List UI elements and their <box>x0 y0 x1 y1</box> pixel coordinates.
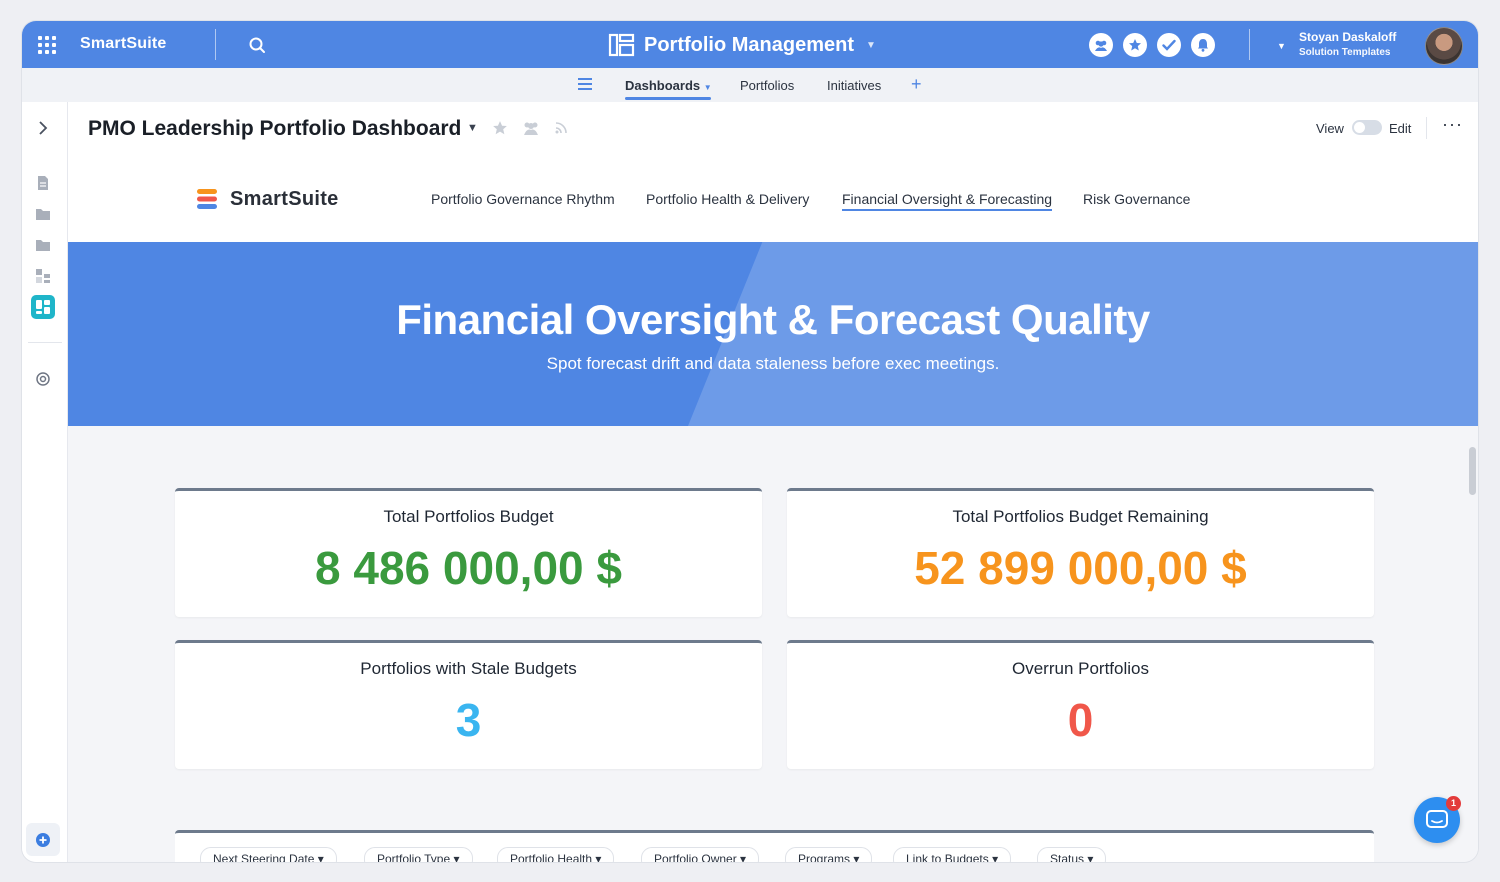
metric-card-total-budget[interactable]: Total Portfolios Budget 8 486 000,00 $ <box>175 488 762 617</box>
avatar[interactable] <box>1425 27 1463 65</box>
filter-chip[interactable]: Programs ▾ <box>785 847 873 862</box>
hero-banner: Financial Oversight & Forecast Quality S… <box>68 242 1478 426</box>
folder-icon[interactable] <box>35 237 51 253</box>
team-icon[interactable] <box>1089 33 1113 57</box>
filter-bar: Next Steering Date ▾ Portfolio Type ▾ Po… <box>175 830 1374 862</box>
top-bar: SmartSuite Portfolio Management ▼ ▼ Stoy… <box>22 21 1478 68</box>
menu-icon[interactable] <box>578 78 592 90</box>
smartsuite-logo-icon <box>197 189 217 209</box>
nav-portfolios[interactable]: Portfolios <box>740 78 794 93</box>
star-icon[interactable] <box>1123 33 1147 57</box>
metric-label: Overrun Portfolios <box>1012 659 1149 678</box>
metric-value: 8 486 000,00 $ <box>315 542 622 594</box>
user-name: Stoyan Daskaloff <box>1299 30 1397 44</box>
filter-label: Link to Budgets <box>906 852 989 862</box>
metric-card-budget-remaining[interactable]: Total Portfolios Budget Remaining 52 899… <box>787 488 1374 617</box>
view-mode-label[interactable]: View <box>1316 121 1344 136</box>
plus-circle-icon <box>36 832 50 847</box>
filter-chip[interactable]: Portfolio Health ▾ <box>497 847 615 862</box>
chat-icon <box>1426 810 1448 828</box>
check-icon[interactable] <box>1157 33 1181 57</box>
metric-label: Total Portfolios Budget Remaining <box>952 507 1209 526</box>
user-role: Solution Templates <box>1299 47 1391 58</box>
filter-label: Next Steering Date <box>213 852 315 862</box>
chevron-down-icon: ▼ <box>703 83 712 92</box>
bell-icon[interactable] <box>1191 33 1215 57</box>
metric-value: 3 <box>455 694 482 746</box>
apps-grid-icon[interactable] <box>37 35 57 55</box>
help-icon[interactable] <box>35 371 51 387</box>
app-title-label: Portfolio Management <box>644 33 855 56</box>
notification-badge: 1 <box>1446 796 1461 811</box>
chat-launcher-button[interactable]: 1 <box>1414 796 1461 843</box>
metric-label: Portfolios with Stale Budgets <box>360 659 577 678</box>
tab-risk-governance[interactable]: Risk Governance <box>1083 191 1190 207</box>
divider <box>215 29 216 60</box>
tab-financial-oversight[interactable]: Financial Oversight & Forecasting <box>842 191 1053 211</box>
filter-label: Portfolio Type <box>377 852 451 862</box>
dashboard-header: PMO Leadership Portfolio Dashboard ▼ Vie… <box>68 102 1478 156</box>
filter-label: Status <box>1050 852 1085 862</box>
tab-portfolio-health-delivery[interactable]: Portfolio Health & Delivery <box>646 191 809 207</box>
user-menu[interactable]: Stoyan Daskaloff Solution Templates <box>1299 30 1396 58</box>
add-button[interactable] <box>26 823 60 856</box>
view-edit-toggle[interactable] <box>1352 120 1382 135</box>
dashboard-icon <box>36 300 50 314</box>
dashboard-nav-item[interactable] <box>31 295 55 319</box>
folder-icon[interactable] <box>35 206 51 222</box>
metric-label: Total Portfolios Budget <box>383 507 554 526</box>
record-view-icon[interactable] <box>35 268 51 284</box>
nav-dashboards-label: Dashboards <box>625 78 701 93</box>
filter-chip[interactable]: Portfolio Type ▾ <box>364 847 473 862</box>
nav-initiatives[interactable]: Initiatives <box>827 78 881 93</box>
metric-value: 0 <box>1067 694 1094 746</box>
filter-label: Portfolio Health <box>510 852 593 862</box>
header-icons: ▼ <box>467 120 568 136</box>
page-title[interactable]: PMO Leadership Portfolio Dashboard <box>88 117 461 141</box>
scrollbar[interactable] <box>1469 447 1476 495</box>
add-table-button[interactable]: + <box>911 74 922 95</box>
tab-portfolio-governance-rhythm[interactable]: Portfolio Governance Rhythm <box>431 191 615 207</box>
solution-nav: Dashboards ▼ Portfolios Initiatives + <box>22 68 1478 102</box>
chevron-down-icon: ▼ <box>866 39 876 51</box>
metric-card-stale-budgets[interactable]: Portfolios with Stale Budgets 3 <box>175 640 762 769</box>
app-window: SmartSuite Portfolio Management ▼ ▼ Stoy… <box>22 21 1478 862</box>
left-sidebar <box>22 102 68 862</box>
solution-icon <box>608 33 635 57</box>
expand-chevron-icon[interactable] <box>35 120 51 136</box>
divider <box>1426 117 1427 139</box>
smartsuite-logo: SmartSuite <box>195 187 339 211</box>
active-indicator <box>625 97 711 100</box>
dashboard-canvas: SmartSuite Portfolio Governance Rhythm P… <box>68 155 1478 862</box>
rss-icon[interactable] <box>554 121 568 135</box>
toggle-knob <box>1354 122 1365 133</box>
filter-chip[interactable]: Portfolio Owner ▾ <box>641 847 760 862</box>
members-icon[interactable] <box>522 120 540 136</box>
logo-text: SmartSuite <box>230 187 339 210</box>
metric-card-overrun[interactable]: Overrun Portfolios 0 <box>787 640 1374 769</box>
divider <box>1249 29 1250 60</box>
star-icon[interactable] <box>492 120 508 136</box>
filter-chip[interactable]: Status ▾ <box>1037 847 1107 862</box>
hero-title: Financial Oversight & Forecast Quality <box>396 296 1150 343</box>
brand-name[interactable]: SmartSuite <box>80 35 166 53</box>
filter-chip[interactable]: Link to Budgets ▾ <box>893 847 1012 862</box>
document-icon[interactable] <box>35 175 51 191</box>
search-icon[interactable] <box>248 36 266 54</box>
nav-dashboards[interactable]: Dashboards ▼ <box>625 78 712 93</box>
divider <box>28 342 62 343</box>
dashboard-tabs-widget: SmartSuite Portfolio Governance Rhythm P… <box>68 155 1478 242</box>
filter-label: Portfolio Owner <box>654 852 737 862</box>
chevron-down-icon[interactable]: ▼ <box>467 122 478 134</box>
filter-chip[interactable]: Next Steering Date ▾ <box>200 847 337 862</box>
edit-mode-label[interactable]: Edit <box>1389 121 1411 136</box>
chevron-down-icon[interactable]: ▼ <box>1277 41 1286 51</box>
hero-subtitle: Spot forecast drift and data staleness b… <box>546 354 1000 373</box>
app-title[interactable]: Portfolio Management ▼ <box>608 32 876 58</box>
filter-label: Programs <box>798 852 851 862</box>
more-options-icon[interactable]: ··· <box>1442 114 1463 135</box>
metric-value: 52 899 000,00 $ <box>914 542 1247 594</box>
